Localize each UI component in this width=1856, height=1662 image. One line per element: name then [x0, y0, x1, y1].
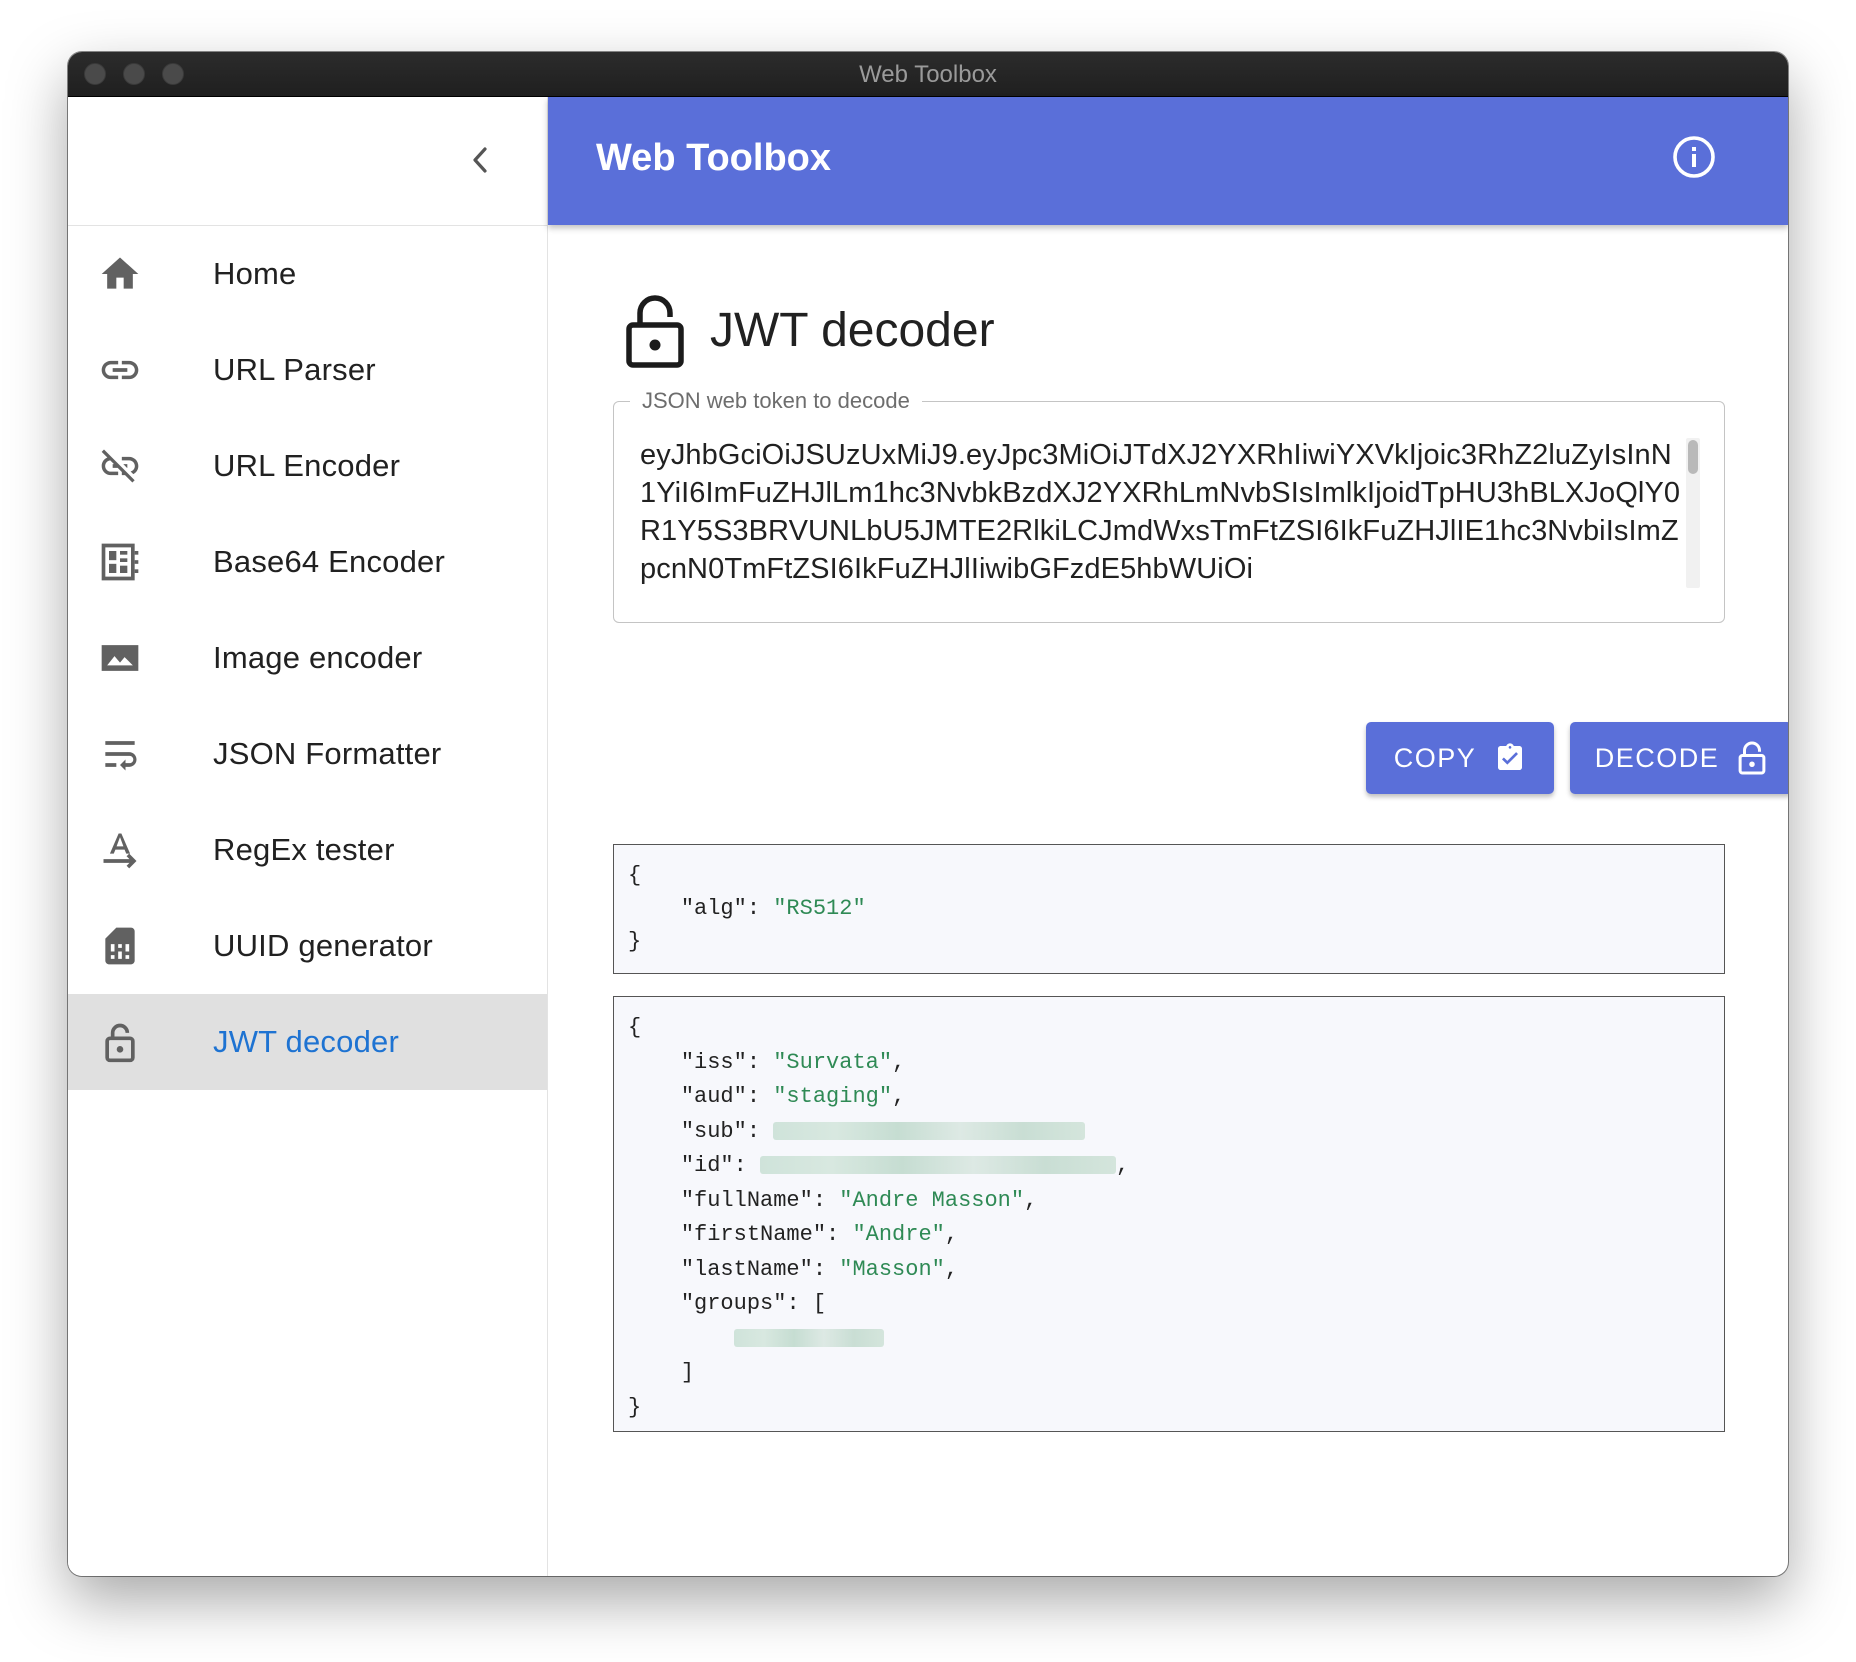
- copy-button-label: COPY: [1393, 742, 1477, 773]
- info-button[interactable]: [1670, 133, 1718, 181]
- json-value: "Survata": [773, 1049, 893, 1075]
- token-scrollbar-thumb[interactable]: [1688, 440, 1698, 474]
- base64-icon: [98, 540, 142, 584]
- redacted-value: [733, 1328, 884, 1347]
- text-rotation-icon: [98, 828, 142, 872]
- token-field-label: JSON web token to decode: [630, 388, 922, 414]
- json-line: {: [628, 863, 642, 888]
- info-icon: [1673, 136, 1715, 178]
- sidebar-item-label: Home: [213, 256, 297, 291]
- sidebar-item-image-encoder[interactable]: Image encoder: [68, 610, 547, 706]
- chevron-left-icon: [473, 147, 487, 173]
- image-icon: [98, 636, 142, 680]
- json-line: "lastName": "Masson",: [680, 1256, 959, 1282]
- decode-button-label: DECODE: [1594, 742, 1720, 773]
- lock-open-icon: [626, 295, 684, 368]
- window-title: Web Toolbox: [859, 61, 997, 88]
- json-line: {: [628, 1015, 642, 1040]
- sidebar-item-jwt-decoder[interactable]: JWT decoder: [68, 994, 547, 1090]
- sidebar-item-label: Base64 Encoder: [213, 544, 446, 579]
- sidebar-item-base64-encoder[interactable]: Base64 Encoder: [68, 514, 547, 610]
- json-line: "firstName": "Andre",: [680, 1222, 959, 1247]
- sidebar-item-label: RegEx tester: [213, 832, 395, 867]
- redacted-value: [760, 1156, 1117, 1175]
- json-key: "groups": [680, 1291, 787, 1316]
- sidebar-item-regex-tester[interactable]: RegEx tester: [68, 802, 547, 898]
- sidebar-item-url-encoder[interactable]: URL Encoder: [68, 418, 547, 514]
- clipboard-check-icon: [1498, 743, 1523, 770]
- sidebar-item-label: JWT decoder: [213, 1024, 399, 1059]
- home-icon: [98, 252, 142, 296]
- json-line: "id": ,: [680, 1153, 1130, 1178]
- collapse-sidebar-button[interactable]: [460, 137, 500, 183]
- app-window: Web Toolbox Home URL Parser URL Encoder …: [68, 52, 1788, 1576]
- sidebar-item-label: UUID generator: [213, 928, 433, 963]
- jwt-header-json: { "alg": "RS512" }: [613, 844, 1725, 974]
- token-input-field[interactable]: JSON web token to decode eyJhbGciOiJSUzU…: [613, 388, 1725, 623]
- json-value: "Masson": [839, 1256, 945, 1282]
- sidebar-item-uuid-generator[interactable]: UUID generator: [68, 898, 547, 994]
- json-line: "iss": "Survata",: [680, 1049, 906, 1075]
- json-line: }: [628, 1394, 642, 1420]
- sidebar-item-label: JSON Formatter: [213, 736, 442, 771]
- json-key: "sub": [680, 1118, 747, 1144]
- lock-open-icon: [98, 1020, 142, 1064]
- sidebar-header: [68, 97, 547, 226]
- redacted-value: [773, 1121, 1086, 1140]
- sidebar-item-label: Image encoder: [213, 640, 423, 675]
- wrap-text-icon: [98, 732, 142, 776]
- link-off-icon: [98, 444, 142, 488]
- json-line: "sub":: [628, 1115, 1710, 1150]
- decode-button[interactable]: DECODE: [1570, 722, 1788, 794]
- sidebar-item-label: URL Encoder: [213, 448, 401, 483]
- app-bar: Web Toolbox: [548, 97, 1788, 225]
- json-value: "Andre": [852, 1222, 945, 1247]
- copy-button[interactable]: COPY: [1366, 722, 1554, 794]
- sidebar: Home URL Parser URL Encoder Base64 Encod…: [68, 97, 548, 1576]
- sidebar-item-label: URL Parser: [213, 352, 376, 387]
- token-scrollbar[interactable]: [1686, 438, 1700, 588]
- app-title: Web Toolbox: [596, 137, 832, 179]
- json-key: "id": [680, 1153, 734, 1178]
- page-title: JWT decoder: [710, 304, 995, 357]
- sidebar-nav: Home URL Parser URL Encoder Base64 Encod…: [68, 226, 547, 1090]
- json-line: }: [628, 929, 642, 954]
- sidebar-item-home[interactable]: Home: [68, 226, 547, 322]
- jwt-payload-json: { "iss": "Survata", "aud": "staging", "s…: [613, 996, 1725, 1432]
- json-value: "RS512": [773, 896, 866, 921]
- json-key: "alg": [680, 896, 747, 921]
- json-key: "fullName": [680, 1187, 813, 1213]
- json-value: "staging": [773, 1084, 893, 1109]
- sim-card-icon: [98, 924, 142, 968]
- json-line: "groups": [: [680, 1291, 827, 1316]
- title-bar: Web Toolbox: [68, 52, 1788, 97]
- json-value: "Andre Masson": [839, 1187, 1025, 1213]
- json-line: ]: [680, 1360, 695, 1385]
- link-icon: [98, 348, 142, 392]
- json-line: "aud": "staging",: [680, 1084, 906, 1109]
- json-line: "alg": "RS512": [680, 896, 866, 921]
- main-content: JWT decoder JSON web token to decode eyJ…: [548, 225, 1788, 1576]
- sidebar-item-json-formatter[interactable]: JSON Formatter: [68, 706, 547, 802]
- token-textarea[interactable]: eyJhbGciOiJSUzUxMiJ9.eyJpc3MiOiJTdXJ2YXR…: [640, 436, 1686, 584]
- json-key: "iss": [680, 1049, 747, 1075]
- json-key: "firstName": [680, 1222, 827, 1247]
- sidebar-item-url-parser[interactable]: URL Parser: [68, 322, 547, 418]
- json-key: "aud": [680, 1084, 747, 1109]
- json-key: "lastName": [680, 1256, 813, 1282]
- json-line: [628, 1322, 1710, 1357]
- json-line: "fullName": "Andre Masson",: [680, 1187, 1038, 1213]
- lock-open-icon: [1738, 741, 1766, 775]
